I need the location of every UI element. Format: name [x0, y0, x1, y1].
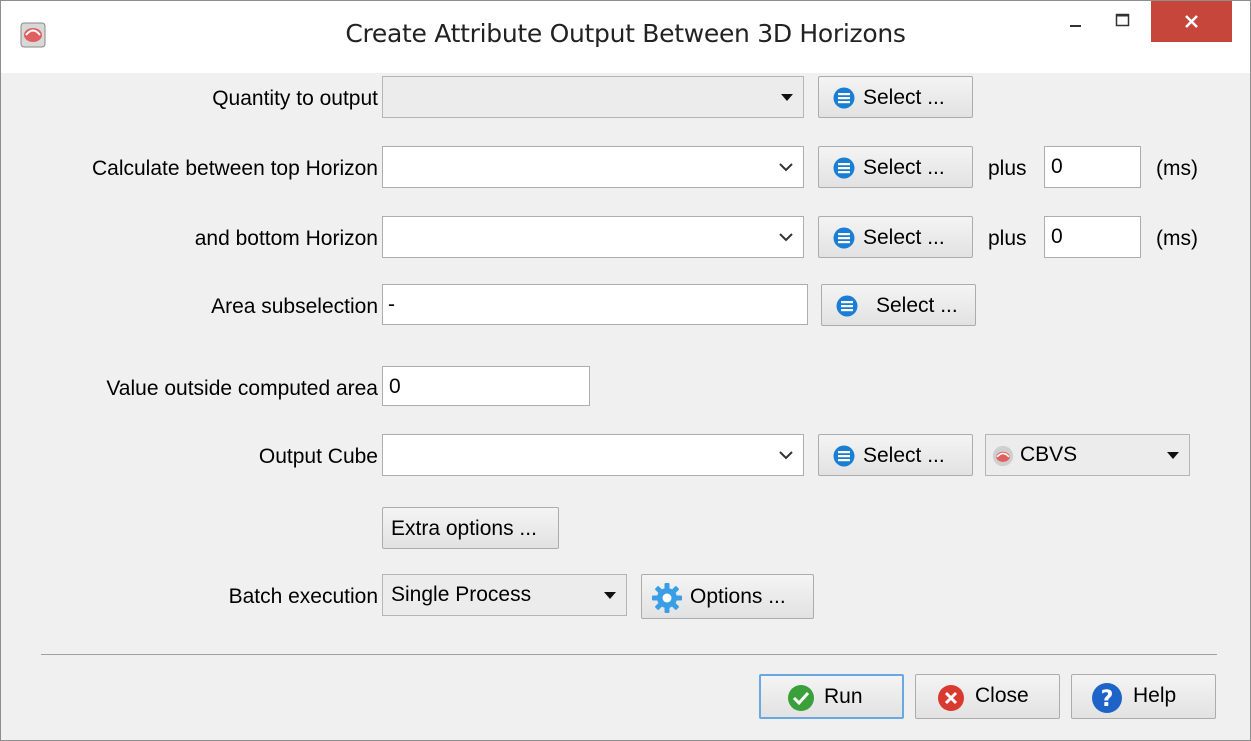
dropdown-arrow-icon	[604, 592, 616, 599]
top-horizon-select-button[interactable]: Select ...	[818, 146, 973, 188]
batch-execution-label: Batch execution	[228, 585, 378, 608]
area-select-button[interactable]: Select ...	[821, 284, 976, 326]
list-icon	[836, 295, 858, 317]
dropdown-arrow-icon	[1167, 452, 1179, 459]
bottom-plus-label: plus	[988, 227, 1027, 250]
close-icon	[1185, 15, 1198, 28]
bottom-horizon-label: and bottom Horizon	[194, 227, 378, 250]
top-horizon-combo[interactable]	[382, 146, 804, 188]
run-label: Run	[824, 685, 863, 708]
area-field[interactable]: -	[382, 284, 808, 325]
bottom-horizon-combo[interactable]	[382, 216, 804, 258]
output-cube-select-button[interactable]: Select ...	[818, 434, 973, 476]
output-cube-label: Output Cube	[258, 445, 378, 468]
bottom-plus-input[interactable]: 0	[1044, 216, 1141, 258]
help-label: Help	[1133, 684, 1177, 707]
output-format-value: CBVS	[1020, 443, 1078, 466]
list-icon	[833, 157, 855, 179]
top-plus-input[interactable]: 0	[1044, 146, 1141, 188]
chevron-down-icon	[779, 163, 793, 172]
batch-options-button[interactable]: Options ...	[641, 574, 814, 619]
window-close-button[interactable]	[1151, 1, 1232, 42]
minimize-button[interactable]	[1053, 1, 1099, 42]
maximize-button[interactable]	[1099, 1, 1145, 42]
dialog-window: Create Attribute Output Between 3D Horiz…	[0, 0, 1251, 741]
svg-text:?: ?	[1101, 687, 1114, 712]
area-label: Area subselection	[211, 295, 378, 318]
list-icon	[833, 227, 855, 249]
footer-separator	[41, 654, 1217, 655]
output-format-combo[interactable]: CBVS	[985, 434, 1190, 476]
select-label: Select ...	[863, 444, 945, 467]
chevron-down-icon	[779, 451, 793, 460]
quantity-label: Quantity to output	[212, 87, 378, 110]
gear-icon	[652, 583, 682, 613]
close-button[interactable]: Close	[915, 674, 1060, 719]
list-icon	[833, 445, 855, 467]
bottom-unit-label: (ms)	[1156, 227, 1198, 250]
output-cube-combo[interactable]	[382, 434, 804, 476]
dialog-content: Quantity to output Select ... Calculate …	[1, 73, 1250, 740]
title-bar: Create Attribute Output Between 3D Horiz…	[1, 1, 1250, 73]
list-icon	[833, 87, 855, 109]
outside-value: 0	[389, 375, 401, 398]
dropdown-arrow-icon	[781, 94, 793, 101]
quantity-select-button[interactable]: Select ...	[818, 76, 973, 118]
app-icon	[992, 445, 1014, 467]
close-circle-icon	[938, 685, 964, 711]
select-label: Select ...	[863, 86, 945, 109]
maximize-icon	[1115, 13, 1130, 27]
batch-execution-combo[interactable]: Single Process	[382, 574, 627, 616]
select-label: Select ...	[863, 156, 945, 179]
select-label: Select ...	[876, 294, 958, 317]
checkmark-icon	[788, 685, 814, 711]
outside-value-label: Value outside computed area	[106, 377, 378, 400]
close-label: Close	[975, 684, 1029, 707]
minimize-icon	[1070, 25, 1081, 27]
select-label: Select ...	[863, 226, 945, 249]
top-horizon-label: Calculate between top Horizon	[91, 157, 378, 180]
top-plus-value: 0	[1051, 155, 1063, 178]
chevron-down-icon	[779, 233, 793, 242]
area-value: -	[388, 293, 395, 316]
bottom-plus-value: 0	[1051, 225, 1063, 248]
batch-execution-value: Single Process	[391, 583, 532, 606]
top-unit-label: (ms)	[1156, 157, 1198, 180]
top-plus-label: plus	[988, 157, 1027, 180]
help-button[interactable]: ? Help	[1071, 674, 1216, 719]
outside-value-input[interactable]: 0	[382, 366, 590, 406]
run-button[interactable]: Run	[759, 674, 904, 719]
quantity-combo[interactable]	[382, 76, 804, 118]
extra-options-button[interactable]: Extra options ...	[382, 507, 559, 549]
bottom-horizon-select-button[interactable]: Select ...	[818, 216, 973, 258]
options-label: Options ...	[690, 585, 786, 608]
extra-options-label: Extra options ...	[391, 517, 537, 540]
help-icon: ?	[1092, 683, 1122, 713]
